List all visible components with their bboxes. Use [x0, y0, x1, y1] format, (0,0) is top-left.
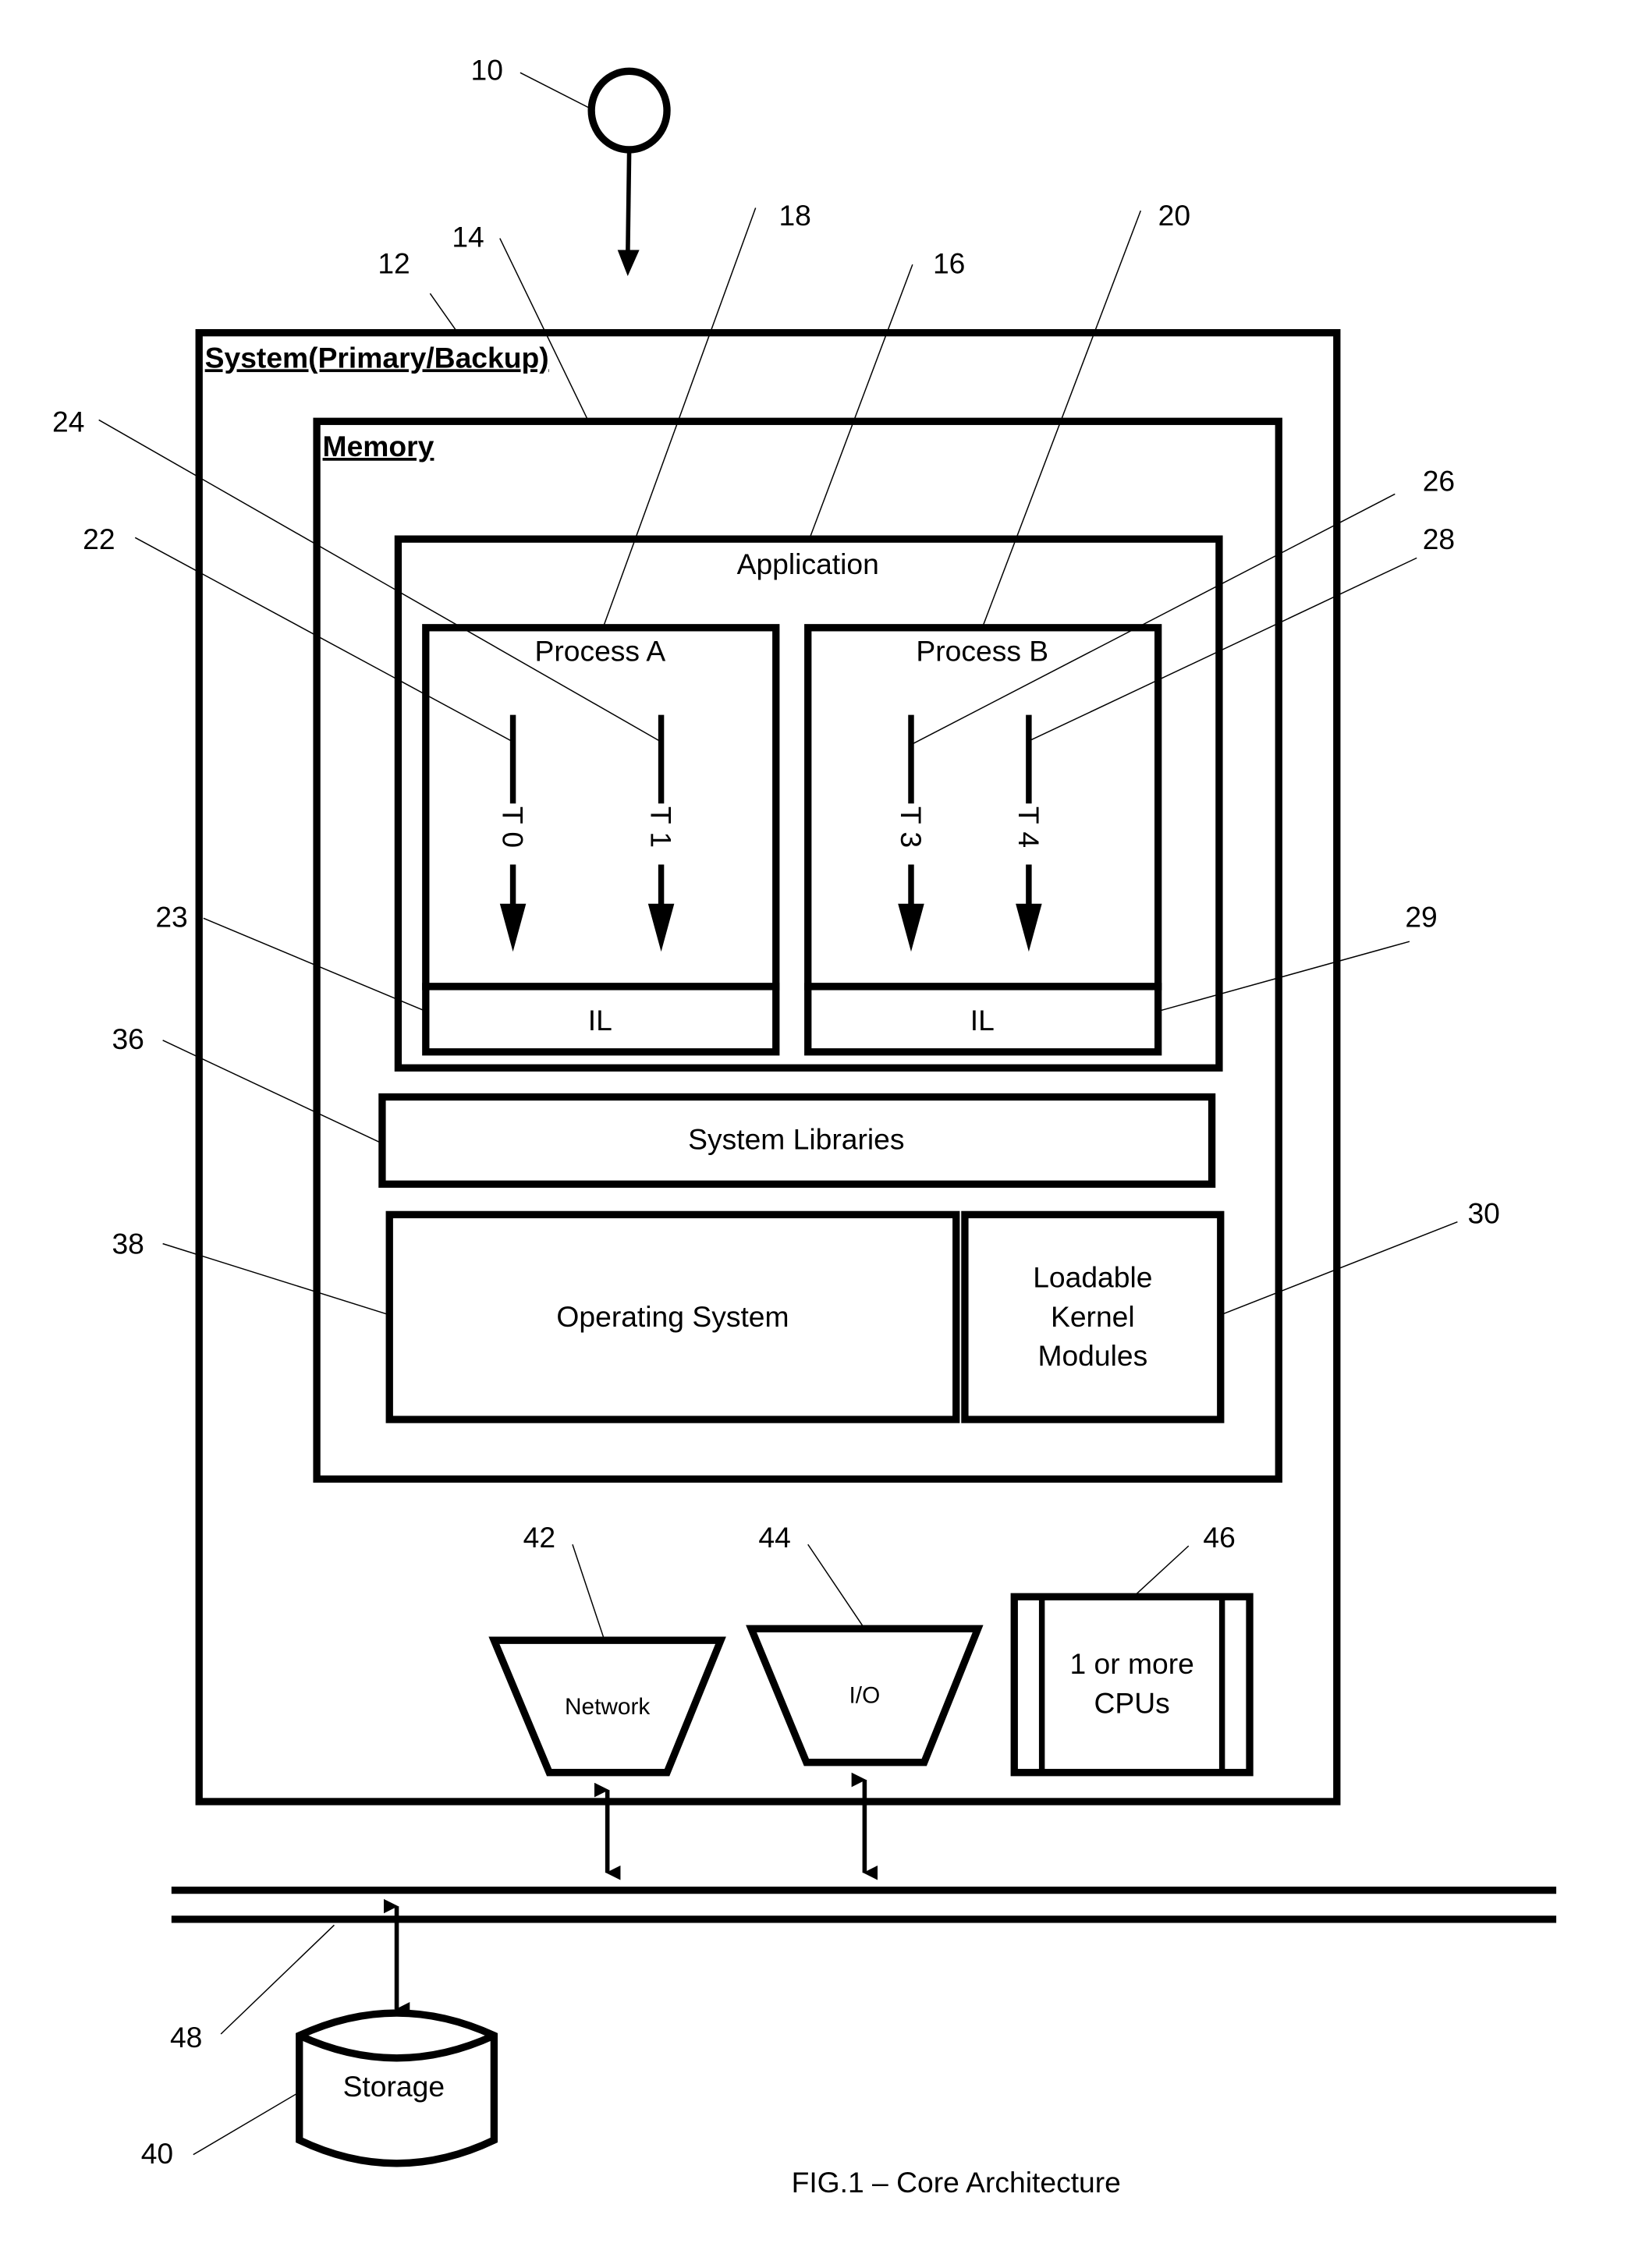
thread-label: T 0	[497, 806, 530, 848]
thread-label: T 3	[895, 806, 927, 848]
ref-10: 10	[471, 54, 503, 87]
architecture-diagram: System(Primary/Backup) Memory Applicatio…	[52, 54, 1557, 2199]
actor-node	[587, 67, 671, 276]
ref-20: 20	[1158, 199, 1190, 232]
ref-48: 48	[170, 2021, 202, 2054]
ref-40: 40	[141, 2137, 173, 2170]
memory-title: Memory	[323, 430, 434, 462]
lkm-label-line2: Kernel	[1051, 1300, 1135, 1333]
ref-29: 29	[1405, 901, 1437, 934]
process-a-il-label: IL	[588, 1004, 612, 1037]
ref-24: 24	[52, 405, 84, 438]
system-title: System(Primary/Backup)	[205, 341, 549, 374]
application-label: Application	[737, 548, 879, 580]
lkm-label-line3: Modules	[1037, 1339, 1147, 1372]
ref-36: 36	[112, 1022, 144, 1055]
ref-42: 42	[523, 1521, 555, 1554]
arrowhead-icon	[617, 250, 640, 276]
ref-18: 18	[778, 199, 810, 232]
cpus-label-line2: CPUs	[1094, 1686, 1170, 1719]
operating-system-label: Operating System	[556, 1300, 789, 1333]
thread-label: T 1	[645, 806, 678, 848]
process-a-label: Process A	[534, 635, 665, 668]
process-a-box	[422, 624, 780, 990]
ref-44: 44	[758, 1521, 790, 1554]
ref-16: 16	[933, 246, 965, 279]
system-libraries-label: System Libraries	[688, 1123, 904, 1156]
ref-46: 46	[1203, 1521, 1235, 1554]
ref-26: 26	[1423, 465, 1455, 498]
storage-label: Storage	[343, 2070, 445, 2103]
cpus-label-line1: 1 or more	[1069, 1647, 1193, 1680]
ref-28: 28	[1423, 523, 1455, 555]
cpus-box	[1010, 1593, 1254, 1777]
ref-14: 14	[452, 221, 484, 253]
thread-label: T 4	[1013, 806, 1045, 848]
actor-arrow	[625, 151, 632, 259]
ref-38: 38	[112, 1228, 144, 1260]
actor-circle-icon	[587, 67, 671, 154]
network-label: Network	[565, 1694, 650, 1720]
lkm-label-line1: Loadable	[1033, 1261, 1152, 1294]
figure-caption: FIG.1 – Core Architecture	[792, 2166, 1121, 2199]
ref-30: 30	[1467, 1197, 1499, 1230]
ref-23: 23	[155, 901, 187, 934]
ref-12: 12	[378, 246, 410, 279]
ref-22: 22	[83, 523, 115, 555]
process-b-box	[804, 624, 1162, 990]
process-b-il-label: IL	[970, 1004, 995, 1037]
io-label: I/O	[849, 1682, 881, 1708]
process-b-label: Process B	[916, 635, 1048, 668]
